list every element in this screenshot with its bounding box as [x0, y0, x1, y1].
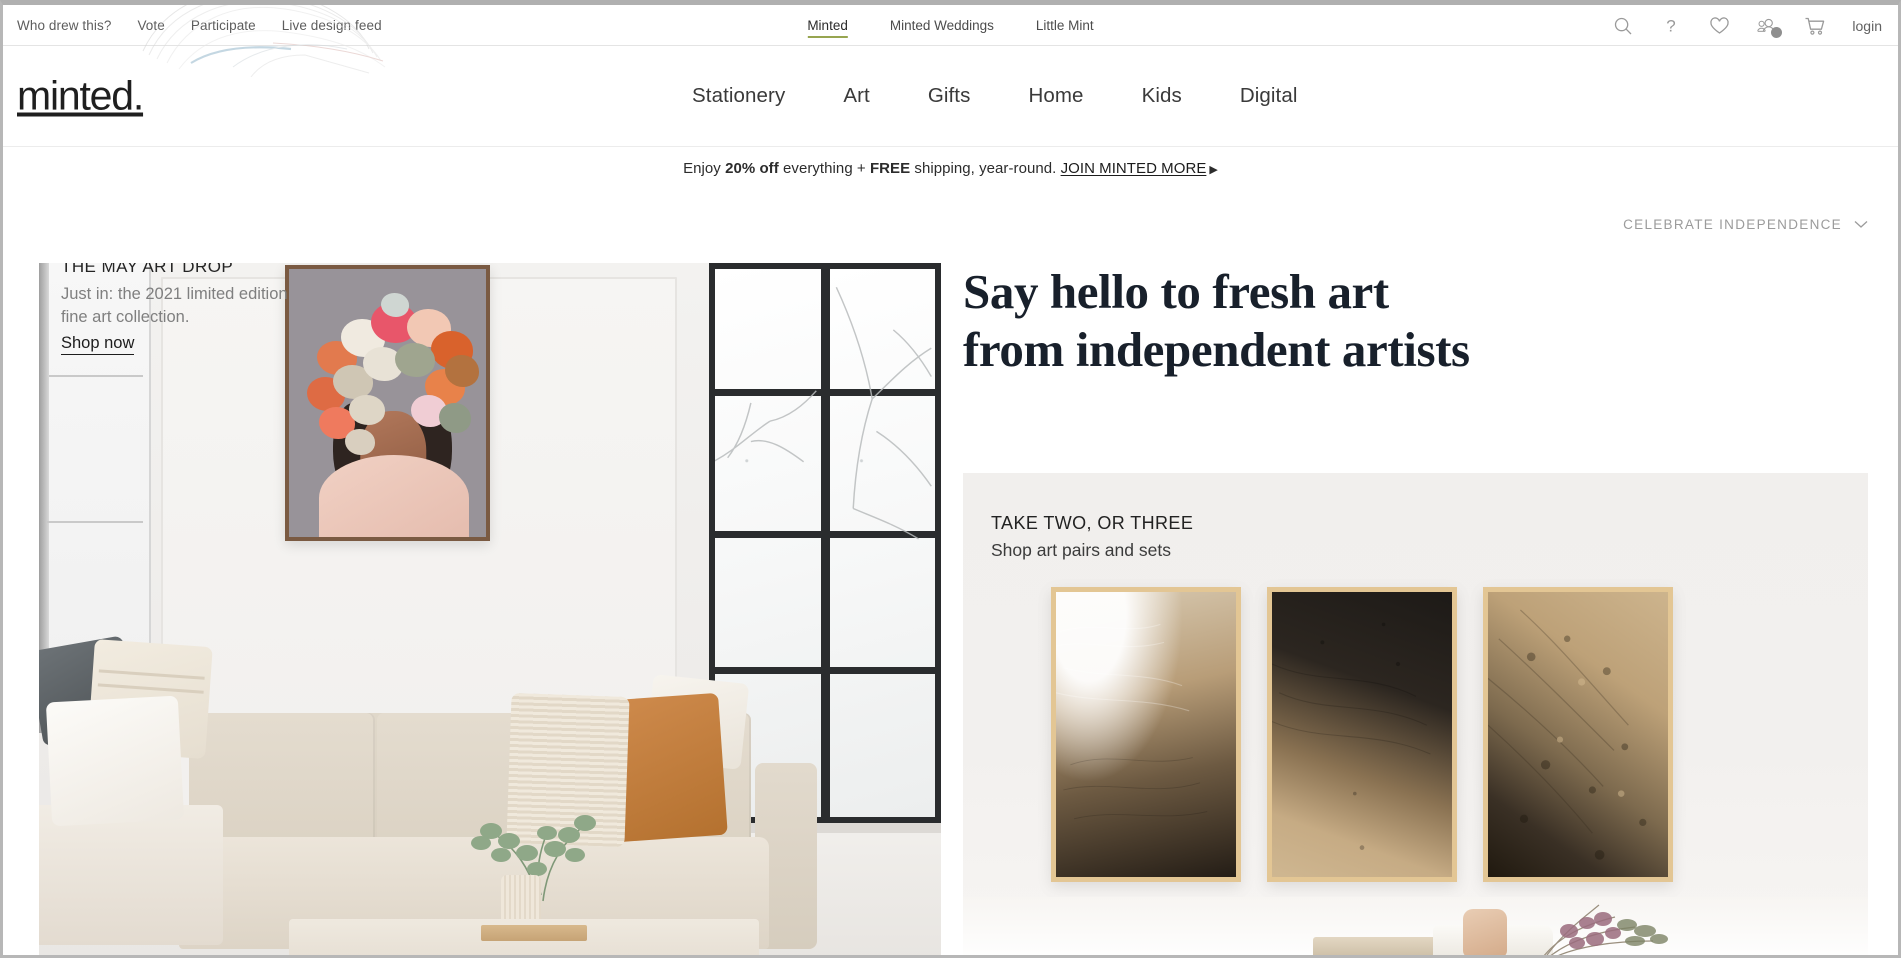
- nav-item-digital[interactable]: Digital: [1211, 84, 1327, 108]
- utility-link-live-design-feed[interactable]: Live design feed: [282, 18, 382, 33]
- utility-right-actions: ? login: [1612, 5, 1882, 46]
- collection-selector[interactable]: CELEBRATE INDEPENDENCE: [1623, 217, 1868, 232]
- nav-item-stationery[interactable]: Stationery: [663, 84, 814, 108]
- hero-right-column: Say hello to fresh art from independent …: [963, 263, 1868, 955]
- help-icon[interactable]: ?: [1660, 15, 1682, 37]
- sand-texture: [1488, 609, 1647, 860]
- promo-middle: everything +: [778, 160, 870, 177]
- nav-item-art[interactable]: Art: [814, 84, 899, 108]
- hero-left-kicker: THE MAY ART DROP: [61, 263, 234, 276]
- console-table-surface: [963, 897, 1868, 955]
- utility-bar: Who drew this? Vote Participate Live des…: [3, 5, 1898, 46]
- account-icon[interactable]: [1756, 15, 1783, 38]
- framed-art-3: [1483, 587, 1673, 882]
- promo-free: FREE: [869, 160, 911, 177]
- promo-join-minted-more-link[interactable]: JOIN MINTED MORE: [1061, 160, 1207, 177]
- hero-left-tile[interactable]: THE MAY ART DROP Just in: the 2021 limit…: [39, 263, 941, 955]
- promo-prefix: Enjoy: [683, 160, 726, 177]
- browser-viewport: Who drew this? Vote Participate Live des…: [0, 0, 1901, 958]
- framed-art-2: [1267, 587, 1457, 882]
- pairs-card-subtitle: Shop art pairs and sets: [991, 540, 1171, 560]
- hero-left-subtitle: Just in: the 2021 limited edition fine a…: [61, 285, 288, 327]
- sectional-sofa: [39, 635, 941, 955]
- hero-left-copy: THE MAY ART DROP Just in: the 2021 limit…: [61, 263, 301, 355]
- account-notification-dot: [1771, 26, 1783, 38]
- collection-selector-label: CELEBRATE INDEPENDENCE: [1623, 217, 1842, 232]
- ceramic-jug: [1463, 909, 1507, 955]
- sand-texture: [1272, 622, 1431, 850]
- main-navigation: Stationery Art Gifts Home Kids Digital: [663, 46, 1327, 146]
- framed-art-triptych: [1051, 587, 1673, 882]
- utility-link-vote[interactable]: Vote: [137, 18, 164, 33]
- framed-art-1: [1051, 587, 1241, 882]
- pairs-card-kicker: TAKE TWO, OR THREE: [991, 513, 1194, 533]
- portrait-floral-headdress: [289, 269, 486, 537]
- coffee-table-book: [481, 925, 587, 941]
- utility-link-participate[interactable]: Participate: [191, 18, 256, 33]
- sand-texture: [1056, 623, 1208, 820]
- sofa-chaise: [39, 805, 223, 945]
- cart-icon[interactable]: [1804, 15, 1826, 37]
- svg-text:?: ?: [1667, 16, 1676, 35]
- nav-item-kids[interactable]: Kids: [1113, 84, 1211, 108]
- wooden-tray: [1313, 937, 1453, 955]
- promo-text: Enjoy 20% off everything + FREE shipping…: [683, 160, 1218, 177]
- living-room-photo: THE MAY ART DROP Just in: the 2021 limit…: [39, 263, 941, 955]
- brand-logo[interactable]: minted.: [17, 73, 144, 120]
- site-switch-tabs: Minted Minted Weddings Little Mint: [807, 5, 1094, 46]
- utility-link-who-drew-this[interactable]: Who drew this?: [17, 18, 111, 33]
- masthead: minted. Stationery Art Gifts Home Kids D…: [3, 46, 1898, 146]
- throw-pillow-white: [45, 695, 185, 827]
- art-pairs-card[interactable]: TAKE TWO, OR THREE Shop art pairs and se…: [963, 473, 1868, 955]
- heart-icon[interactable]: [1708, 15, 1730, 37]
- dried-flower-bouquet: [1543, 904, 1668, 955]
- promo-discount: 20% off: [725, 160, 779, 177]
- artwork-image-2: [1272, 592, 1452, 877]
- artwork-image-1: [1056, 592, 1236, 877]
- tab-minted-weddings[interactable]: Minted Weddings: [890, 5, 994, 46]
- hero-left-shop-now-link[interactable]: Shop now: [61, 334, 135, 355]
- search-icon[interactable]: [1612, 15, 1634, 37]
- login-link[interactable]: login: [1852, 18, 1882, 34]
- tab-minted[interactable]: Minted: [807, 5, 848, 46]
- framed-portrait-artwork: [285, 265, 490, 541]
- tab-little-mint[interactable]: Little Mint: [1036, 5, 1094, 46]
- utility-left-links: Who drew this? Vote Participate Live des…: [17, 5, 382, 46]
- chevron-down-icon: [1854, 221, 1868, 228]
- promo-suffix: shipping, year-round.: [910, 160, 1061, 177]
- page-headline: Say hello to fresh art from independent …: [963, 264, 1470, 377]
- promo-banner: Enjoy 20% off everything + FREE shipping…: [3, 146, 1898, 190]
- nav-item-home[interactable]: Home: [999, 84, 1112, 108]
- artwork-image-3: [1488, 592, 1668, 877]
- nav-item-gifts[interactable]: Gifts: [899, 84, 1000, 108]
- promo-caret-icon: ▶: [1209, 164, 1218, 176]
